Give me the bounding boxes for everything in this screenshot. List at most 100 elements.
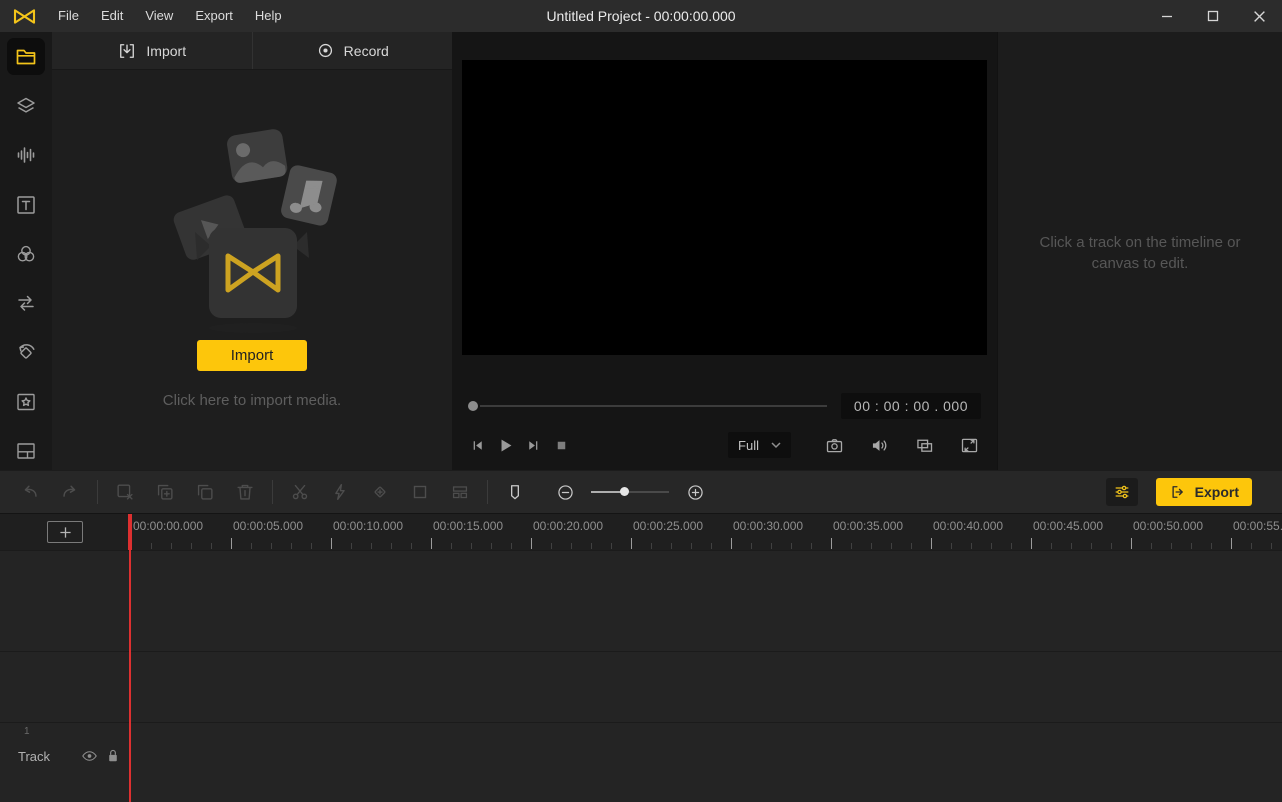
export-button-label: Export <box>1195 484 1239 500</box>
sidebar-item-effects[interactable] <box>7 383 45 420</box>
track-lock-toggle[interactable] <box>104 748 122 764</box>
menu-view[interactable]: View <box>134 0 184 32</box>
import-tray-icon <box>117 41 137 61</box>
snapshot-button[interactable] <box>822 433 846 457</box>
properties-placeholder: Click a track on the timeline or canvas … <box>1020 232 1260 274</box>
ruler-tick <box>811 543 812 549</box>
adjustment-button[interactable] <box>1106 478 1138 506</box>
layers-icon <box>14 94 38 118</box>
sidebar-item-elements[interactable] <box>7 87 45 124</box>
timeline-zoom-in-button[interactable] <box>675 477 715 507</box>
speed-button[interactable] <box>320 477 360 507</box>
ruler-tick <box>1271 543 1272 549</box>
previous-frame-button[interactable] <box>468 434 487 456</box>
ruler-tick <box>711 543 712 549</box>
ruler-tick <box>211 543 212 549</box>
ruler-tick <box>391 543 392 549</box>
export-arrow-icon <box>1169 483 1187 501</box>
ruler-label: 00:00:10.000 <box>333 519 403 533</box>
sidebar-item-text[interactable] <box>7 186 45 223</box>
tab-import[interactable]: Import <box>52 32 252 69</box>
sidebar-item-animations[interactable] <box>7 334 45 371</box>
adjustment-sliders-icon <box>1112 482 1132 502</box>
preview-panel: 00 : 00 : 00 . 000 Full <box>452 32 997 470</box>
ruler-tick <box>631 538 632 549</box>
text-box-icon <box>14 193 38 217</box>
ruler-tick <box>471 543 472 549</box>
preview-zoom-select[interactable]: Full <box>728 432 791 458</box>
play-button[interactable] <box>496 434 515 456</box>
record-dot-icon <box>316 41 335 60</box>
ruler-label: 00:00:20.000 <box>533 519 603 533</box>
ruler-tick <box>1011 543 1012 549</box>
timeline-ruler-scale[interactable]: 00:00:00.00000:00:05.00000:00:10.00000:0… <box>0 514 1282 550</box>
split-button[interactable] <box>280 477 320 507</box>
sidebar-item-split-screen[interactable] <box>7 433 45 470</box>
ruler-tick <box>1191 543 1192 549</box>
seek-track[interactable] <box>480 405 827 407</box>
ruler-tick <box>671 543 672 549</box>
ruler-tick <box>451 543 452 549</box>
feature-sidebar <box>0 32 52 470</box>
ruler-tick <box>731 538 732 549</box>
track-visibility-toggle[interactable] <box>80 748 98 764</box>
close-button[interactable] <box>1236 0 1282 32</box>
titlebar: File Edit View Export Help Untitled Proj… <box>0 0 1282 32</box>
copy-button[interactable] <box>145 477 185 507</box>
add-track-button[interactable] <box>47 521 83 543</box>
ruler-tick <box>1131 538 1132 549</box>
timeline-lane-1[interactable] <box>0 551 1282 651</box>
multi-screen-button[interactable] <box>912 433 936 457</box>
timeline-zoom-out-button[interactable] <box>545 477 585 507</box>
chevron-down-icon <box>771 442 781 449</box>
ruler-tick <box>431 538 432 549</box>
ruler-tick <box>351 543 352 549</box>
tab-record[interactable]: Record <box>252 32 453 69</box>
sidebar-item-audio[interactable] <box>7 137 45 174</box>
menu-bar: File Edit View Export Help <box>47 0 293 32</box>
ruler-tick <box>171 543 172 549</box>
redo-button[interactable] <box>50 477 90 507</box>
split-screen-button[interactable] <box>440 477 480 507</box>
playhead-handle[interactable] <box>128 514 132 550</box>
timecode-display: 00 : 00 : 00 . 000 <box>841 393 981 419</box>
fullscreen-button[interactable] <box>957 433 981 457</box>
delete-clip-button[interactable] <box>105 477 145 507</box>
three-circles-icon <box>14 242 38 266</box>
minimize-button[interactable] <box>1144 0 1190 32</box>
volume-button[interactable] <box>867 433 891 457</box>
keyframe-button[interactable] <box>360 477 400 507</box>
next-frame-button[interactable] <box>524 434 543 456</box>
menu-export[interactable]: Export <box>184 0 244 32</box>
seek-handle[interactable] <box>468 401 478 411</box>
tab-record-label: Record <box>344 43 389 59</box>
ruler-tick <box>871 543 872 549</box>
ruler-label: 00:00:15.000 <box>433 519 503 533</box>
sidebar-item-filters[interactable] <box>7 235 45 272</box>
menu-edit[interactable]: Edit <box>90 0 134 32</box>
ruler-tick <box>1251 543 1252 549</box>
ruler-tick <box>1031 538 1032 549</box>
ruler-label: 00:00:40.000 <box>933 519 1003 533</box>
maximize-button[interactable] <box>1190 0 1236 32</box>
waveform-icon <box>14 143 38 167</box>
track-number: 1 <box>24 726 30 737</box>
trash-button[interactable] <box>225 477 265 507</box>
sidebar-item-transitions[interactable] <box>7 285 45 322</box>
ruler-tick <box>851 543 852 549</box>
export-button[interactable]: Export <box>1156 478 1252 506</box>
paste-button[interactable] <box>185 477 225 507</box>
sidebar-item-media[interactable] <box>7 38 45 75</box>
stop-button[interactable] <box>552 434 571 456</box>
crop-button[interactable] <box>400 477 440 507</box>
track-row[interactable]: 1 Track <box>0 723 1282 802</box>
menu-help[interactable]: Help <box>244 0 293 32</box>
zoom-slider-handle[interactable] <box>620 487 629 496</box>
menu-file[interactable]: File <box>47 0 90 32</box>
import-button[interactable]: Import <box>197 340 307 371</box>
undo-button[interactable] <box>10 477 50 507</box>
timeline-zoom-slider[interactable] <box>591 477 669 507</box>
marker-button[interactable] <box>495 477 535 507</box>
ruler-tick <box>931 538 932 549</box>
timeline-lane-2[interactable] <box>0 652 1282 722</box>
